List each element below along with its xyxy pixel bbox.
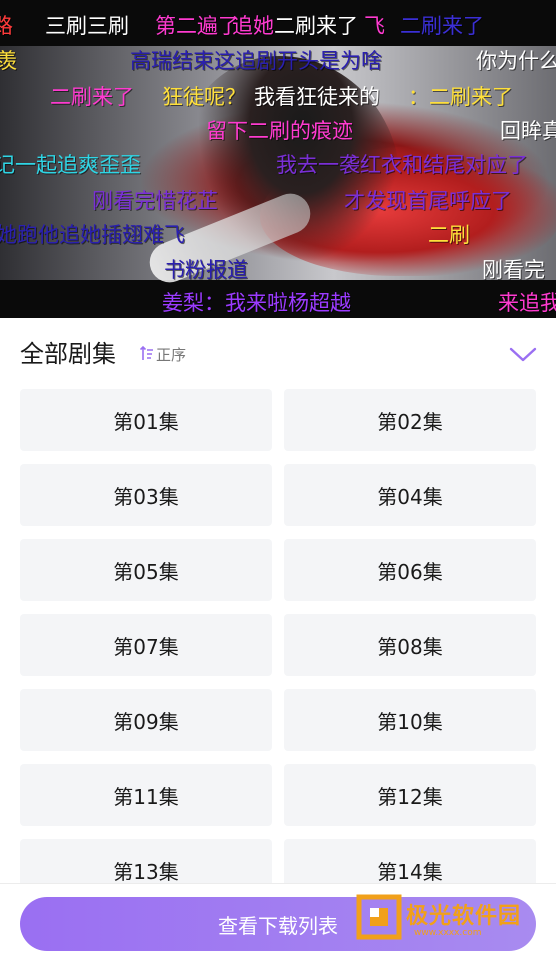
- episode-tile[interactable]: 第05集: [20, 539, 272, 601]
- danmaku-comment: 二刷: [428, 223, 470, 247]
- danmaku-comment: 姜梨：我来啦杨超越: [162, 291, 351, 315]
- video-player[interactable]: 路三刷三刷 第二遍了 追她 二刷来了飞二刷来了羡高瑞结束这追剧开头是为啥 你为什么 二刷来…: [0, 0, 556, 318]
- danmaku-comment: 二刷来了: [274, 14, 358, 38]
- danmaku-comment: 刚看完惜花芷: [92, 189, 218, 213]
- danmaku-comment: 我看狂徒来的: [254, 85, 380, 109]
- watermark-text: 极光软件园: [406, 904, 522, 929]
- danmaku-comment: 二刷来了: [400, 14, 484, 38]
- danmaku-comment: 第二遍了: [155, 14, 239, 38]
- sheet-title: 全部剧集: [20, 340, 116, 368]
- sort-order-icon: [139, 345, 154, 365]
- watermark-logo-icon: [356, 894, 402, 940]
- episode-sheet: 全部剧集 正序 第01集 第02集 第03集 第04集 第05集 第06集 第07集 第08集…: [0, 318, 556, 955]
- danmaku-comment: 刚看完: [482, 258, 545, 282]
- episode-tile[interactable]: 第12集: [284, 764, 536, 826]
- episode-tile[interactable]: 第06集: [284, 539, 536, 601]
- danmaku-comment: 留下二刷的痕迹: [206, 119, 353, 143]
- watermark-subtext: www.xxxx.com: [414, 928, 482, 938]
- episode-tile[interactable]: 第04集: [284, 464, 536, 526]
- danmaku-comment: 书粉报道: [164, 258, 248, 282]
- collapse-chevron-icon[interactable]: [508, 342, 538, 366]
- danmaku-comment: 她跑他追她插翅难飞: [0, 223, 185, 247]
- episode-tile[interactable]: 第08集: [284, 614, 536, 676]
- danmaku-comment: 高瑞结束这追剧开头是为啥: [130, 49, 382, 73]
- bottom-bar: 查看下载列表 极光软件园 www.xxxx.com: [0, 883, 556, 956]
- episode-tile[interactable]: 第07集: [20, 614, 272, 676]
- sort-label: 正序: [156, 346, 187, 364]
- danmaku-comment: 二刷来了: [50, 85, 134, 109]
- danmaku-comment: 你为什么: [476, 49, 556, 73]
- danmaku-comment: 回眸真: [500, 119, 556, 143]
- danmaku-comment: 来追我: [498, 291, 556, 315]
- episode-tile[interactable]: 第01集: [20, 389, 272, 451]
- episode-tile[interactable]: 第10集: [284, 689, 536, 751]
- danmaku-comment: 才发现首尾呼应了: [344, 189, 512, 213]
- danmaku-comment: 我去一袭红衣和结尾对应了: [276, 153, 528, 177]
- sort-toggle[interactable]: 正序: [139, 344, 187, 366]
- danmaku-comment: 羡: [0, 49, 17, 73]
- danmaku-comment: 路: [0, 14, 13, 38]
- danmaku-comment: 飞: [364, 14, 385, 38]
- episode-tile[interactable]: 第03集: [20, 464, 272, 526]
- danmaku-comment: 记一起追爽歪歪: [0, 153, 141, 177]
- danmaku-comment: 追她: [232, 14, 274, 38]
- episode-tile[interactable]: 第02集: [284, 389, 536, 451]
- episode-tile[interactable]: 第09集: [20, 689, 272, 751]
- watermark: 极光软件园 www.xxxx.com: [354, 890, 550, 946]
- episode-tile[interactable]: 第11集: [20, 764, 272, 826]
- danmaku-comment: ：二刷来了: [408, 85, 513, 109]
- danmaku-comment: 三刷三刷: [45, 14, 129, 38]
- danmaku-comment: 狂徒呢？: [162, 85, 246, 109]
